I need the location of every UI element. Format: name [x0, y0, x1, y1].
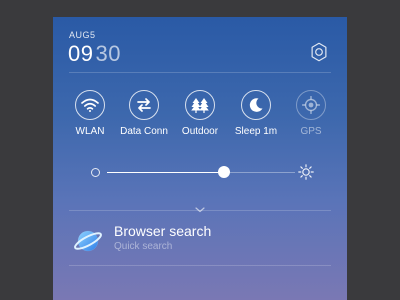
planet-icon — [74, 230, 102, 252]
brightness-high-icon — [298, 164, 314, 180]
settings-button[interactable] — [308, 41, 330, 63]
toggle-data-conn[interactable]: Data Conn — [119, 90, 169, 137]
browser-search-item[interactable]: Browser search Quick search — [69, 217, 331, 265]
brightness-slider[interactable] — [91, 164, 314, 180]
data-transfer-icon — [137, 98, 151, 112]
toggle-label: GPS — [300, 126, 322, 137]
search-title: Browser search — [114, 223, 212, 239]
toggle-gps[interactable]: GPS — [286, 90, 336, 137]
toggle-label: Outdoor — [181, 126, 219, 137]
moon-icon — [249, 98, 263, 112]
toggle-outdoor-circle — [185, 90, 215, 120]
expand-button[interactable] — [194, 201, 206, 213]
trees-icon — [191, 98, 209, 113]
toggle-gps-circle — [296, 90, 326, 120]
clock-hours: 09 — [68, 41, 94, 66]
gps-target-icon — [302, 96, 320, 114]
toggle-sleep[interactable]: Sleep 1m — [231, 90, 281, 137]
toggle-outdoor[interactable]: Outdoor — [175, 90, 225, 137]
date-label: AUG5 — [69, 30, 96, 40]
search-bottom-divider — [69, 265, 331, 266]
slider-thumb[interactable] — [217, 166, 230, 178]
search-top-divider — [69, 210, 331, 211]
notification-panel: AUG5 0930 WLAN Data Conn Outdoor Sleep 1… — [53, 17, 347, 300]
gear-icon — [311, 42, 327, 62]
toggle-label: Data Conn — [120, 126, 168, 137]
toggle-label: WLAN — [75, 126, 105, 137]
header-divider — [69, 72, 331, 73]
clock-minutes: 30 — [95, 41, 121, 66]
toggle-wlan-circle — [75, 90, 105, 120]
toggle-sleep-circle — [241, 90, 271, 120]
wifi-icon — [81, 98, 99, 112]
toggle-data-conn-circle — [129, 90, 159, 120]
search-subtitle: Quick search — [114, 241, 173, 252]
toggle-label: Sleep 1m — [234, 126, 278, 137]
slider-fill — [107, 172, 224, 173]
clock: 0930 — [68, 42, 121, 66]
brightness-low-icon — [91, 168, 100, 177]
toggle-wlan[interactable]: WLAN — [65, 90, 115, 137]
